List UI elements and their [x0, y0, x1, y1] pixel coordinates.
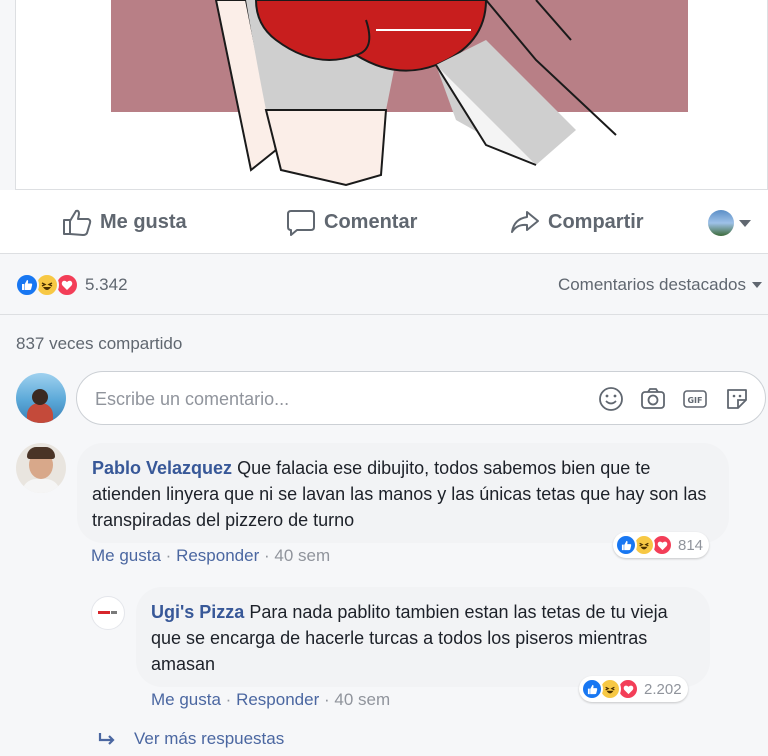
globe-icon: [708, 210, 734, 236]
reply-arrow-icon: [98, 733, 115, 745]
avatar-head: [32, 389, 48, 405]
comment-meta: Me gusta · Responder · 40 sem: [91, 546, 330, 566]
separator: ·: [263, 546, 275, 565]
comment-timestamp[interactable]: 40 sem: [274, 546, 330, 565]
comment-bubble: Pablo Velazquez Que falacia ese dibujito…: [77, 443, 729, 543]
reply-timestamp[interactable]: 40 sem: [334, 690, 390, 709]
camera-icon[interactable]: [639, 385, 667, 413]
separator: ·: [225, 690, 237, 709]
comment-composer: GIF: [76, 371, 766, 425]
more-replies-link[interactable]: Ver más respuestas: [98, 729, 284, 749]
reply-meta: Me gusta · Responder · 40 sem: [151, 690, 390, 710]
comment-reactions[interactable]: 814: [613, 532, 710, 558]
reply-reaction-count: 2.202: [644, 680, 682, 698]
post-image[interactable]: [15, 0, 768, 190]
current-user-avatar[interactable]: [16, 373, 66, 423]
comment-author[interactable]: Pablo Velazquez: [92, 458, 232, 478]
avatar-body: [27, 403, 53, 423]
comment-button[interactable]: Comentar: [286, 190, 417, 254]
sticker-icon[interactable]: [723, 385, 751, 413]
svg-text:GIF: GIF: [687, 396, 702, 405]
comment-reply-link[interactable]: Responder: [176, 546, 259, 565]
reply-author[interactable]: Ugi's Pizza: [151, 602, 244, 622]
comment-input[interactable]: [95, 384, 575, 414]
audience-selector[interactable]: [708, 210, 751, 236]
reply-bubble: Ugi's Pizza Para nada pablito tambien es…: [136, 587, 710, 687]
commenter-avatar[interactable]: [16, 443, 66, 493]
thumbs-up-icon: [63, 209, 92, 236]
like-button[interactable]: Me gusta: [62, 190, 187, 254]
reaction-icons[interactable]: 5.342: [15, 273, 128, 297]
gif-icon[interactable]: GIF: [681, 385, 709, 413]
avatar-hair: [27, 447, 55, 459]
share-count[interactable]: 837 veces compartido: [16, 334, 182, 354]
comment-label: Comentar: [324, 210, 418, 233]
separator: ·: [323, 690, 335, 709]
share-label: Compartir: [548, 210, 644, 233]
composer-tools: GIF: [597, 385, 751, 413]
post-illustration: [214, 0, 617, 187]
share-arrow-icon: [511, 211, 539, 233]
chevron-down-icon: [752, 282, 762, 288]
reply-like-link[interactable]: Me gusta: [151, 690, 221, 709]
comment-reaction-count: 814: [678, 536, 704, 554]
like-reaction-icon: [581, 678, 603, 700]
like-reaction-icon: [15, 273, 39, 297]
post-action-bar: Me gusta Comentar Compartir: [0, 190, 768, 254]
chevron-down-icon: [739, 219, 751, 227]
more-replies-label: Ver más respuestas: [134, 729, 285, 748]
reaction-count[interactable]: 5.342: [85, 275, 128, 295]
sort-label: Comentarios destacados: [557, 275, 746, 294]
ugi-logo: [98, 611, 110, 614]
reply-reply-link[interactable]: Responder: [236, 690, 319, 709]
share-button[interactable]: Compartir: [510, 190, 644, 254]
comment-bubble-icon: [287, 210, 315, 236]
emoji-icon[interactable]: [597, 385, 625, 413]
reply-reactions[interactable]: 2.202: [579, 676, 688, 702]
comment-sort-dropdown[interactable]: Comentarios destacados: [558, 275, 762, 295]
reply-avatar[interactable]: [91, 596, 125, 630]
avatar-shirt: [22, 479, 60, 493]
ugi-logo-mark: [111, 611, 117, 614]
like-reaction-icon: [615, 534, 637, 556]
like-label: Me gusta: [100, 210, 187, 233]
separator: ·: [165, 546, 177, 565]
reactions-summary: 5.342 Comentarios destacados: [0, 255, 768, 315]
comment-like-link[interactable]: Me gusta: [91, 546, 161, 565]
